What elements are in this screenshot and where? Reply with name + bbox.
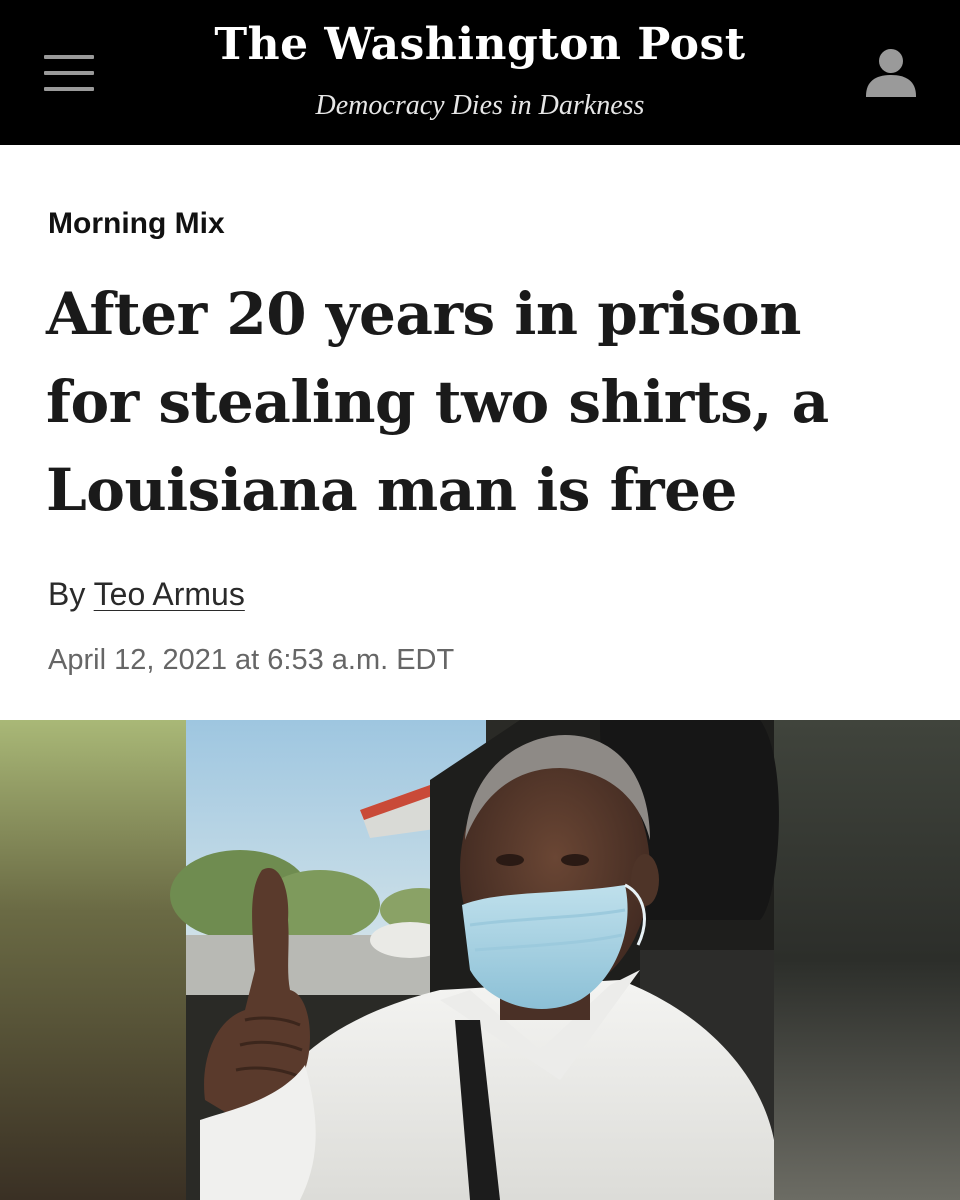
headline-line: Louisiana man is free	[46, 456, 737, 524]
headline-line: After 20 years in prison	[46, 280, 801, 348]
publish-date: April 12, 2021 at 6:53 a.m. EDT	[48, 644, 455, 676]
article-lead-photo	[0, 720, 960, 1200]
hamburger-menu-icon[interactable]	[40, 50, 96, 96]
masthead-logo[interactable]: The Washington Post	[180, 14, 780, 76]
author-link[interactable]: Teo Armus	[94, 576, 245, 612]
byline: By Teo Armus	[48, 572, 245, 616]
site-header: The Washington Post Democracy Dies in Da…	[0, 0, 960, 145]
menu-line	[44, 55, 94, 59]
user-account-icon[interactable]	[860, 44, 922, 104]
menu-line	[44, 71, 94, 75]
masthead-tagline: Democracy Dies in Darkness	[315, 90, 645, 121]
section-kicker[interactable]: Morning Mix	[48, 204, 225, 244]
headline-line: for stealing two shirts, a	[46, 368, 829, 436]
menu-line	[44, 87, 94, 91]
article-headline: After 20 years in prison for stealing tw…	[46, 270, 926, 534]
byline-prefix: By	[48, 576, 86, 612]
